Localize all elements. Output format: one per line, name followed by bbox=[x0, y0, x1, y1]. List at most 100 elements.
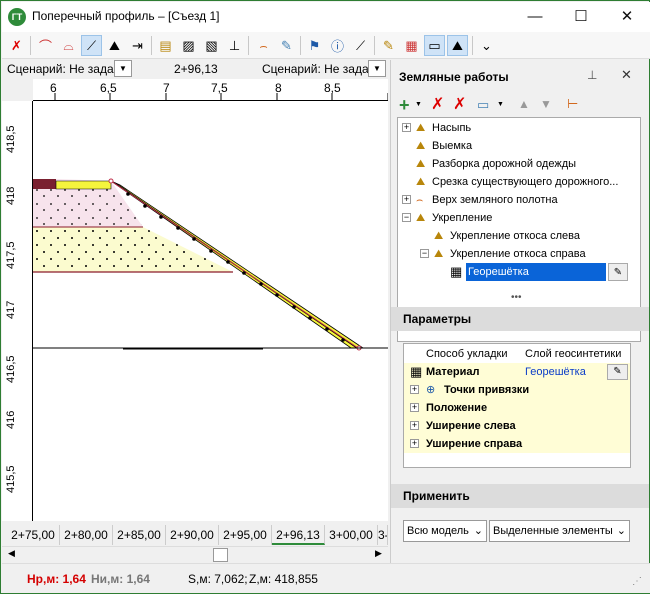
scroll-right-icon[interactable]: ▶ bbox=[375, 548, 382, 559]
slope-tool-icon[interactable]: ⟋ bbox=[81, 35, 102, 56]
y-tick-label: 418,5 bbox=[5, 125, 17, 153]
param-row[interactable]: Способ укладки Слой геосинтетики bbox=[404, 345, 630, 363]
expand-icon[interactable]: + bbox=[410, 439, 419, 448]
material-icon[interactable]: ▤ bbox=[155, 35, 176, 56]
expand-icon[interactable]: + bbox=[410, 403, 419, 412]
expand-icon[interactable]: + bbox=[402, 123, 411, 132]
delete-icon[interactable]: ✗ bbox=[431, 97, 444, 113]
station-tab[interactable]: 3+00,00 bbox=[325, 525, 378, 545]
add-dropdown-icon[interactable]: ▼ bbox=[415, 101, 422, 108]
minimize-button[interactable]: — bbox=[512, 2, 558, 32]
expand-icon[interactable]: + bbox=[402, 195, 411, 204]
delete-all-icon[interactable]: ✗ bbox=[453, 97, 466, 113]
station-tab[interactable]: 2+80,00 bbox=[60, 525, 113, 545]
tree-item-label: Укрепление откоса слева bbox=[450, 230, 580, 242]
view-dropdown-icon[interactable]: ▼ bbox=[497, 101, 504, 108]
layer-tool-icon[interactable]: ⛰ bbox=[104, 35, 125, 56]
profile-canvas[interactable] bbox=[33, 101, 388, 521]
measure-icon[interactable]: ⟋ bbox=[350, 35, 371, 56]
apply-target-value: Выделенные элементы bbox=[493, 525, 613, 537]
expand-icon[interactable]: + bbox=[410, 421, 419, 430]
station-tab[interactable]: 2+75,00 bbox=[7, 525, 60, 545]
view-icon[interactable]: ▭ bbox=[477, 97, 489, 113]
pile-icon[interactable]: ⊥ bbox=[224, 35, 245, 56]
horizontal-ruler: 6 6,5 7 7,5 8 8,5 bbox=[33, 79, 388, 101]
earthwork-icon: ⛰ bbox=[416, 158, 426, 170]
params-grid: Способ укладки Слой геосинтетики ▦ Матер… bbox=[403, 343, 631, 468]
panel-toggle-icon[interactable]: ▭ bbox=[424, 35, 445, 56]
info-icon[interactable]: ⓘ bbox=[327, 35, 348, 56]
collapse-icon[interactable]: − bbox=[402, 213, 411, 222]
scroll-left-icon[interactable]: ◀ bbox=[8, 548, 15, 559]
earthworks-panel-icon[interactable]: ⛰ bbox=[447, 35, 468, 56]
param-row[interactable]: ▦ Материал Георешётка ✎ bbox=[404, 363, 630, 381]
panel-close-icon[interactable]: ✕ bbox=[621, 67, 632, 83]
group-label: Уширение справа bbox=[426, 438, 523, 450]
tree-item-selected[interactable]: ▦ Георешётка ✎ bbox=[450, 263, 628, 282]
toolbar-separator bbox=[300, 36, 301, 55]
target-icon: ⊕ bbox=[426, 384, 436, 396]
splitter-grip-icon[interactable]: ••• bbox=[511, 292, 522, 303]
app-window: ГТ Поперечный профиль – [Съезд 1] — ☐ ✕ … bbox=[0, 0, 650, 594]
station-tab[interactable]: 2+90,00 bbox=[166, 525, 219, 545]
close-button[interactable]: ✕ bbox=[604, 2, 650, 32]
arc-tool-icon[interactable]: ⌒ bbox=[35, 35, 56, 56]
slope-top-point[interactable] bbox=[108, 178, 114, 184]
y-tick-label: 416 bbox=[5, 410, 17, 429]
scenario-left-dropdown[interactable]: ▼ bbox=[114, 60, 132, 77]
scenario-right-dropdown[interactable]: ▼ bbox=[368, 60, 386, 77]
add-icon[interactable]: + bbox=[399, 96, 410, 114]
resize-grip-icon[interactable]: ⋰ bbox=[632, 576, 642, 587]
status-hi: Ни,м: 1,64 bbox=[91, 572, 150, 586]
pin-tool-icon[interactable]: ⚑ bbox=[304, 35, 325, 56]
move-up-icon[interactable]: ▲ bbox=[518, 97, 530, 111]
param-group[interactable]: + Положение bbox=[404, 399, 630, 417]
station-tab[interactable]: 2+95,00 bbox=[219, 525, 272, 545]
param-value[interactable]: Слой геосинтетики bbox=[525, 345, 621, 363]
earthwork-icon: ⛰ bbox=[416, 122, 426, 134]
tree-item-label: Укрепление откоса справа bbox=[450, 248, 586, 260]
move-down-icon[interactable]: ▼ bbox=[540, 97, 552, 111]
tree-item-label: Георешётка bbox=[466, 263, 606, 281]
chevron-down-icon[interactable]: ⌄ bbox=[476, 35, 497, 56]
station-tab[interactable]: 3- bbox=[378, 525, 388, 545]
maximize-button[interactable]: ☐ bbox=[558, 2, 604, 32]
curve-tool-icon[interactable]: ⌓ bbox=[58, 35, 79, 56]
scroll-thumb[interactable] bbox=[213, 548, 228, 562]
param-group[interactable]: + Уширение слева bbox=[404, 417, 630, 435]
align-tool-icon[interactable]: ⇥ bbox=[127, 35, 148, 56]
expand-icon[interactable]: + bbox=[410, 385, 419, 394]
earthwork-icon: ⛰ bbox=[416, 212, 426, 224]
hatch2-icon[interactable]: ▧ bbox=[201, 35, 222, 56]
road-top-icon[interactable]: ⌢ bbox=[253, 35, 274, 56]
cross-section-drawing bbox=[33, 178, 388, 351]
title-bar: ГТ Поперечный профиль – [Съезд 1] — ☐ ✕ bbox=[2, 2, 650, 32]
top-geogrid bbox=[55, 180, 112, 190]
table-icon[interactable]: ▦ bbox=[401, 35, 422, 56]
pin-icon[interactable]: ⊥ bbox=[587, 68, 597, 82]
edit-item-icon[interactable]: ✎ bbox=[608, 263, 628, 281]
grid-icon: ▦ bbox=[450, 264, 463, 279]
earthwork-icon: ⛰ bbox=[434, 230, 444, 242]
horizontal-scrollbar[interactable]: ◀ ▶ bbox=[2, 546, 388, 563]
station-tab-selected[interactable]: 2+96,13 bbox=[272, 525, 325, 545]
edit-material-icon[interactable]: ✎ bbox=[607, 364, 628, 380]
main-toolbar: ✗ ⌒ ⌓ ⟋ ⛰ ⇥ ▤ ▨ ▧ ⊥ ⌢ ✎ ⚑ ⓘ ⟋ ✎ ▦ ▭ ⛰ ⌄ bbox=[2, 32, 650, 59]
apply-target-select[interactable]: Выделенные элементы ⌄ bbox=[489, 520, 630, 542]
properties-icon[interactable]: ✎ bbox=[378, 35, 399, 56]
collapse-icon[interactable]: − bbox=[420, 249, 429, 258]
station-tab[interactable]: 2+85,00 bbox=[113, 525, 166, 545]
ruler-icon[interactable]: ⊢ bbox=[567, 96, 578, 112]
subgrade-hatch bbox=[33, 227, 233, 272]
hatch-icon[interactable]: ▨ bbox=[178, 35, 199, 56]
param-group[interactable]: + Уширение справа bbox=[404, 435, 630, 453]
param-value[interactable]: Георешётка bbox=[525, 363, 586, 381]
apply-scope-select[interactable]: Всю модель ⌄ bbox=[403, 520, 487, 542]
param-group[interactable]: + ⊕ Точки привязки bbox=[404, 381, 630, 399]
y-tick-label: 417 bbox=[5, 300, 17, 319]
scenario-right-label: Сценарий: Не задан bbox=[262, 62, 376, 76]
apply-scope-value: Всю модель bbox=[407, 525, 469, 537]
panel-title: Земляные работы bbox=[399, 70, 509, 84]
delete-profile-icon[interactable]: ✗ bbox=[6, 35, 27, 56]
pick-icon[interactable]: ✎ bbox=[276, 35, 297, 56]
